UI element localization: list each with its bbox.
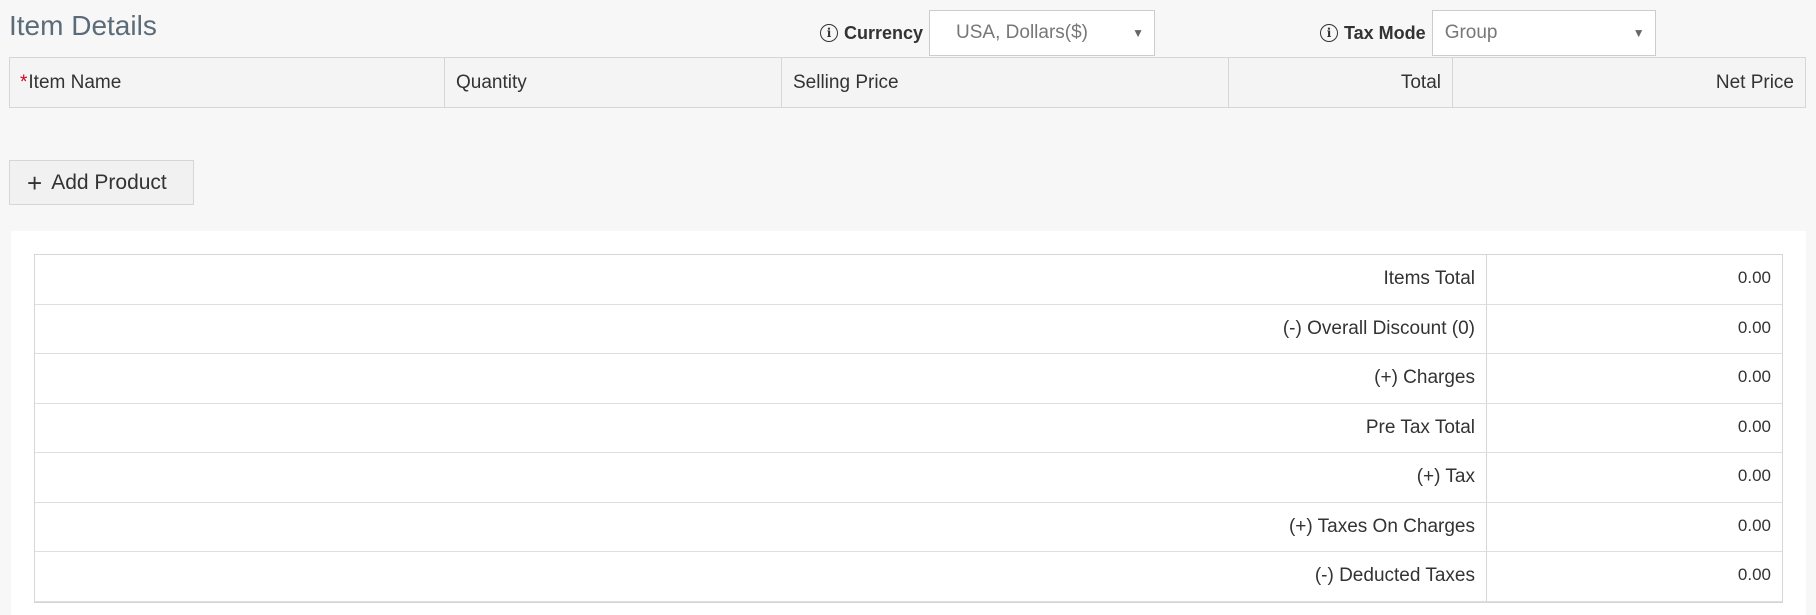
summary-label[interactable]: (+) Tax (35, 453, 1487, 502)
summary-value: 0.00 (1737, 565, 1771, 584)
section-title: Item Details (9, 10, 157, 41)
summary-label[interactable]: (+) Taxes On Charges (35, 502, 1487, 551)
currency-label: Currency (844, 22, 924, 43)
plus-icon: + (27, 167, 43, 198)
column-header-quantity: Quantity (445, 58, 782, 107)
column-header-item-name: * Item Name (10, 58, 445, 107)
summary-row-items-total: Items Total 0.00 (35, 255, 1782, 305)
summary-row-overall-discount: (-) Overall Discount (0) 0.00 (35, 304, 1782, 354)
summary-label: Items Total (35, 255, 1487, 304)
summary-row-pre-tax-total: Pre Tax Total 0.00 (35, 403, 1782, 453)
items-table-header: * Item Name Quantity Selling Price Total… (9, 57, 1806, 108)
summary-value: 0.00 (1737, 466, 1771, 485)
info-icon[interactable]: i (1320, 24, 1338, 42)
column-header-label: Net Price (1715, 71, 1794, 93)
column-header-net-price: Net Price (1453, 58, 1805, 107)
summary-label[interactable]: (-) Deducted Taxes (35, 552, 1487, 601)
summary-label[interactable]: (+) Charges (35, 354, 1487, 403)
summary-row-charges: (+) Charges 0.00 (35, 354, 1782, 404)
summary-label[interactable]: (-) Overall Discount (0) (35, 304, 1487, 353)
required-marker: * (20, 71, 28, 93)
summary-value: 0.00 (1737, 416, 1771, 436)
add-product-button[interactable]: + Add Product (9, 160, 194, 205)
summary-row-taxes-on-charges: (+) Taxes On Charges 0.00 (35, 502, 1782, 552)
currency-select[interactable]: USA, Dollars($) ▼ (929, 10, 1156, 56)
tax-mode-select[interactable]: Group ▼ (1431, 10, 1656, 56)
column-header-label: Quantity (456, 71, 527, 93)
column-header-label: Total (1400, 71, 1441, 93)
summary-value: 0.00 (1737, 367, 1771, 386)
summary-table: Items Total 0.00 (-) Overall Discount (0… (34, 254, 1783, 603)
summary-label: Pre Tax Total (35, 403, 1487, 452)
summary-value: 0.00 (1737, 515, 1771, 535)
summary-row-deducted-taxes: (-) Deducted Taxes 0.00 (35, 552, 1782, 602)
column-header-selling-price: Selling Price (782, 58, 1229, 107)
tax-mode-label: Tax Mode (1344, 22, 1426, 43)
summary-value: 0.00 (1737, 268, 1771, 287)
chevron-down-icon: ▼ (1132, 26, 1145, 40)
summary-value: 0.00 (1737, 317, 1771, 337)
column-header-label: Item Name (28, 71, 122, 93)
currency-field: i Currency USA, Dollars($) ▼ (820, 10, 1156, 56)
info-icon[interactable]: i (820, 24, 838, 42)
chevron-down-icon: ▼ (1632, 26, 1645, 40)
column-header-label: Selling Price (793, 71, 899, 93)
tax-mode-value: Group (1444, 22, 1498, 43)
column-header-total: Total (1229, 58, 1453, 107)
item-details-page: Item Details i Currency USA, Dollars($) … (0, 0, 1816, 615)
tax-mode-field: i Tax Mode Group ▼ (1320, 10, 1656, 56)
summary-panel: Items Total 0.00 (-) Overall Discount (0… (11, 231, 1806, 615)
currency-value: USA, Dollars($) (956, 22, 1089, 43)
summary-row-tax: (+) Tax 0.00 (35, 453, 1782, 503)
add-product-label: Add Product (51, 170, 167, 194)
